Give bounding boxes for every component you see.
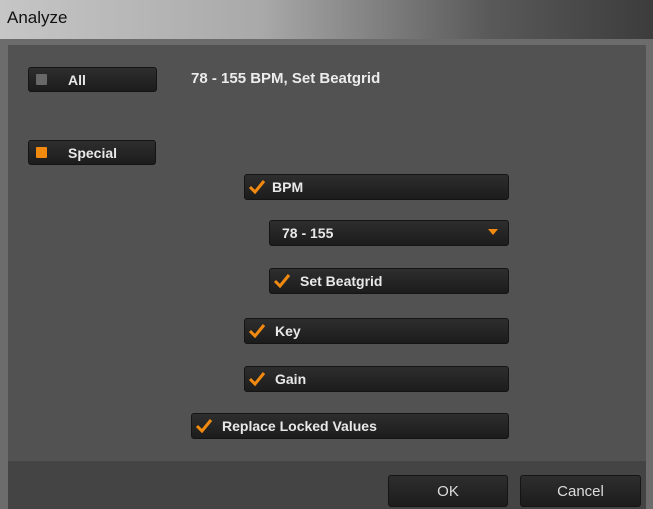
key-checkbox[interactable]: Key [244,318,509,344]
dialog-content [8,45,646,461]
title-bar[interactable]: Analyze [0,0,653,39]
gain-label: Gain [275,371,307,387]
bpm-label: BPM [272,179,304,195]
cancel-button[interactable]: Cancel [520,475,641,507]
check-icon [195,419,213,434]
cancel-button-label: Cancel [557,482,604,500]
all-led-icon [36,74,47,85]
special-button-label: Special [68,144,118,161]
set-beatgrid-label: Set Beatgrid [300,273,383,289]
check-icon [248,372,266,387]
window-title: Analyze [7,8,68,27]
bpm-range-value: 78 - 155 [282,225,334,241]
all-button-label: All [68,71,86,88]
check-icon [248,324,266,339]
all-button[interactable]: All [28,67,157,92]
key-label: Key [275,323,301,339]
check-icon [273,274,291,289]
special-led-icon [36,147,47,158]
replace-locked-label: Replace Locked Values [222,418,377,434]
check-icon [248,180,266,195]
bpm-range-dropdown[interactable]: 78 - 155 [269,220,509,246]
ok-button-label: OK [437,482,459,500]
replace-locked-checkbox[interactable]: Replace Locked Values [191,413,509,439]
ok-button[interactable]: OK [388,475,508,507]
chevron-down-icon [488,229,498,235]
all-summary: 78 - 155 BPM, Set Beatgrid [191,70,381,87]
bpm-checkbox[interactable]: BPM [244,174,509,200]
special-button[interactable]: Special [28,140,156,165]
gain-checkbox[interactable]: Gain [244,366,509,392]
set-beatgrid-checkbox[interactable]: Set Beatgrid [269,268,509,294]
